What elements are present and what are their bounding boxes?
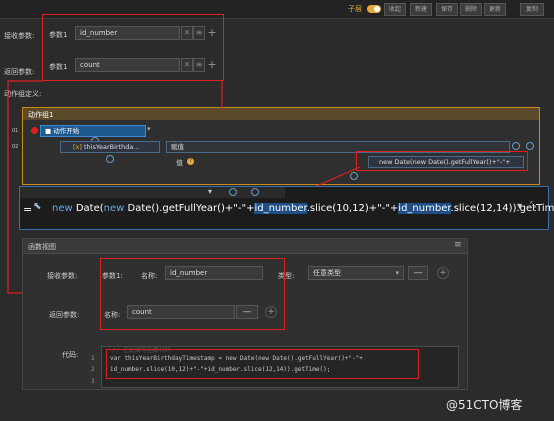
panel-params-highlight-box [100,258,285,330]
zoom-connector-1[interactable] [229,188,237,196]
watermark: @51CTO博客 [446,398,523,412]
zoom-part1: Date( [72,203,104,214]
function-view-header [23,239,467,254]
zoom-expand-icon[interactable]: ▾ [517,201,529,215]
type-chevron-down-icon: ▾ [395,269,399,277]
panel-return-label: 返回参数: [49,311,80,319]
zoom-resize-icon[interactable]: ⤡ [530,200,540,210]
zoom-id-number-2: id_number [398,203,451,214]
zoom-new-keyword: new [52,203,73,214]
line-number-1: 1 [91,355,95,362]
line-number-2: 2 [91,366,95,373]
function-view-title: 函数视图 [28,243,56,251]
panel-type-value: 任意类型 [313,269,341,277]
zoom-id-number-1: id_number [254,203,307,214]
zoom-part3: .slice(10,12)+"-"+ [306,203,399,214]
panel-code-label: 代码: [62,351,79,359]
panel-type-select[interactable]: 任意类型 ▾ [308,266,404,280]
cursor-icon: ⬉ [33,201,42,212]
zoom-equals: = [23,203,33,216]
panel-menu-icon[interactable]: ≡ [454,241,464,251]
zoom-expression: new Date(new Date().getFullYear()+"-"+id… [52,203,554,214]
expression-highlight-box [356,151,528,171]
zoom-new-keyword-2: new [103,203,125,214]
zoom-toolbar [20,187,285,198]
zoom-dropdown-icon[interactable]: ▾ [208,187,220,197]
panel-receive-label: 接收参数: [47,272,78,280]
code-highlight-box [106,349,419,379]
remove-param-button[interactable]: — [408,266,428,280]
add-param-icon[interactable]: + [437,267,449,279]
line-number-3: 3 [91,378,95,385]
zoom-part2: Date().getFullYear()+"-"+ [124,203,255,214]
zoom-connector-2[interactable] [251,188,259,196]
